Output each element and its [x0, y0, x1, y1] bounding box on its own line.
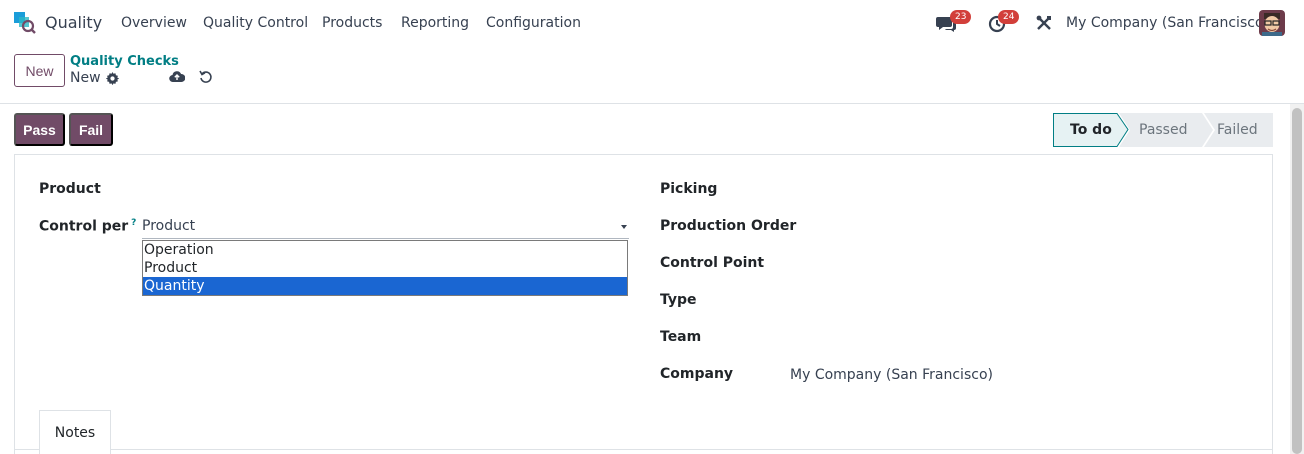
type-label: Type: [660, 292, 697, 308]
option-operation[interactable]: Operation: [143, 241, 627, 259]
debug-tools-icon[interactable]: [1036, 15, 1052, 31]
activities-badge: 24: [998, 10, 1020, 24]
app-name[interactable]: Quality: [45, 13, 102, 32]
team-label: Team: [660, 329, 702, 345]
control-point-label: Control Point: [660, 255, 765, 271]
control-panel: New Quality Checks New: [0, 46, 1304, 104]
picking-label: Picking: [660, 181, 718, 197]
option-product[interactable]: Product: [143, 259, 627, 277]
messages-badge: 23: [950, 10, 972, 24]
tab-notes[interactable]: Notes: [39, 410, 111, 454]
company-switcher[interactable]: My Company (San Francisco): [1066, 15, 1269, 31]
menu-reporting[interactable]: Reporting: [401, 15, 469, 31]
menu-quality-control[interactable]: Quality Control: [203, 15, 308, 31]
cloud-save-icon[interactable]: [169, 70, 185, 84]
menu-overview[interactable]: Overview: [121, 15, 187, 31]
product-label: Product: [39, 181, 101, 197]
quality-app-icon[interactable]: [14, 12, 36, 34]
user-avatar[interactable]: [1259, 10, 1285, 36]
breadcrumb-current: New: [70, 70, 101, 86]
control-per-dropdown: Operation Product Quantity: [142, 240, 628, 296]
option-quantity[interactable]: Quantity: [143, 277, 627, 295]
chevron-down-icon: [621, 225, 627, 229]
activities-button[interactable]: 24: [988, 10, 1028, 36]
control-per-select[interactable]: Product: [142, 217, 629, 239]
tab-divider: [14, 449, 1273, 450]
new-button[interactable]: New: [14, 54, 65, 87]
breadcrumb-quality-checks[interactable]: Quality Checks: [70, 54, 179, 69]
company-field[interactable]: My Company (San Francisco): [790, 367, 993, 383]
discard-icon[interactable]: [199, 70, 213, 84]
control-per-label: Control per?: [39, 218, 137, 235]
stage-passed[interactable]: Passed: [1139, 113, 1187, 146]
form-sheet: [14, 154, 1273, 454]
company-label: Company: [660, 366, 734, 382]
stage-to-do[interactable]: To do: [1070, 113, 1112, 146]
scrollbar-thumb[interactable]: [1292, 108, 1302, 454]
menu-products[interactable]: Products: [322, 15, 382, 31]
top-navbar: Quality Overview Quality Control Product…: [0, 0, 1304, 46]
fail-button[interactable]: Fail: [69, 113, 113, 146]
gear-icon[interactable]: [106, 72, 119, 85]
pass-button[interactable]: Pass: [14, 113, 65, 146]
control-per-value: Product: [142, 218, 196, 234]
help-tooltip-icon[interactable]: ?: [131, 218, 136, 228]
production-order-label: Production Order: [660, 218, 797, 234]
menu-configuration[interactable]: Configuration: [486, 15, 581, 31]
messages-button[interactable]: 23: [936, 10, 976, 36]
stage-failed[interactable]: Failed: [1217, 113, 1258, 146]
